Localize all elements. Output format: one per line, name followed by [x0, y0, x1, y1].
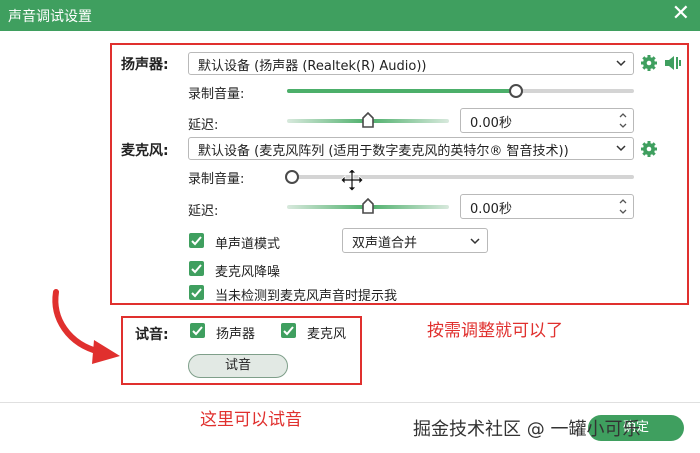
annotation-test-here-text: 这里可以试音 [200, 410, 302, 430]
footer-divider [0, 402, 700, 403]
checkmark-icon [191, 264, 202, 274]
watermark-text: 掘金技术社区 @ 一罐小可乐 [413, 419, 641, 440]
mono-mode-label: 单声道模式 [215, 237, 281, 252]
annotation-adjust-text: 按需调整就可以了 [427, 321, 563, 341]
chevron-down-icon [470, 238, 480, 245]
mic-device-select[interactable]: 默认设备 (麦克风阵列 (适用于数字麦克风的英特尔® 智音技术)) [188, 137, 634, 160]
mic-volume-label: 录制音量: [188, 172, 245, 187]
chevron-down-icon [616, 145, 626, 152]
speaker-delay-spinbox[interactable]: 0.00秒 [460, 108, 634, 133]
gear-icon[interactable] [640, 54, 658, 72]
noise-reduction-label: 麦克风降噪 [215, 265, 281, 280]
slider-right-track [368, 119, 449, 123]
mic-delay-slider[interactable] [287, 198, 449, 214]
slider-knob[interactable] [362, 198, 374, 214]
spin-arrows-icon[interactable] [618, 196, 628, 217]
slider-knob[interactable] [509, 84, 524, 98]
gear-icon[interactable] [640, 140, 658, 158]
mono-mode-value: 双声道合并 [352, 236, 418, 251]
speaker-device-value: 默认设备 (扬声器 (Realtek(R) Audio)) [198, 59, 427, 74]
noise-reduction-checkbox[interactable] [189, 261, 204, 276]
slider-fill [287, 89, 517, 93]
speaker-delay-label: 延迟: [188, 118, 219, 133]
mic-delay-value: 0.00秒 [470, 202, 512, 217]
speaker-volume-icon[interactable] [663, 53, 683, 73]
title-bar: 声音调试设置 ✕ [0, 0, 700, 31]
checkmark-icon [191, 236, 202, 246]
speaker-delay-value: 0.00秒 [470, 116, 512, 131]
mic-delay-label: 延迟: [188, 204, 219, 219]
slider-knob[interactable] [285, 170, 299, 184]
move-cursor-icon [340, 168, 364, 192]
checkmark-icon [191, 288, 202, 298]
checkmark-icon [283, 326, 294, 336]
spin-arrows-icon[interactable] [618, 110, 628, 131]
speaker-delay-slider[interactable] [287, 112, 449, 128]
speaker-device-select[interactable]: 默认设备 (扬声器 (Realtek(R) Audio)) [188, 52, 634, 75]
speaker-label: 扬声器: [121, 57, 169, 73]
close-icon[interactable]: ✕ [672, 2, 690, 26]
test-label: 试音: [135, 327, 169, 343]
mono-mode-checkbox[interactable] [189, 233, 204, 248]
test-speaker-checkbox[interactable] [190, 323, 205, 338]
speaker-volume-slider[interactable] [287, 84, 634, 98]
mic-delay-spinbox[interactable]: 0.00秒 [460, 194, 634, 219]
speaker-volume-label: 录制音量: [188, 87, 245, 102]
mono-mode-select[interactable]: 双声道合并 [342, 228, 488, 253]
mic-device-value: 默认设备 (麦克风阵列 (适用于数字麦克风的英特尔® 智音技术)) [198, 144, 569, 159]
no-mic-prompt-label: 当未检测到麦克风声音时提示我 [215, 289, 398, 304]
slider-left-track [287, 205, 368, 209]
checkmark-icon [192, 326, 203, 336]
red-arrow-icon [52, 289, 120, 364]
test-mic-label: 麦克风 [307, 327, 347, 342]
window-title: 声音调试设置 [8, 9, 92, 25]
mic-label: 麦克风: [121, 143, 169, 159]
test-sound-button[interactable]: 试音 [188, 354, 288, 378]
test-speaker-label: 扬声器 [216, 327, 256, 342]
slider-right-track [368, 205, 449, 209]
slider-knob[interactable] [362, 112, 374, 128]
no-mic-prompt-checkbox[interactable] [189, 285, 204, 300]
test-mic-checkbox[interactable] [281, 323, 296, 338]
slider-left-track [287, 119, 368, 123]
chevron-down-icon [616, 60, 626, 67]
